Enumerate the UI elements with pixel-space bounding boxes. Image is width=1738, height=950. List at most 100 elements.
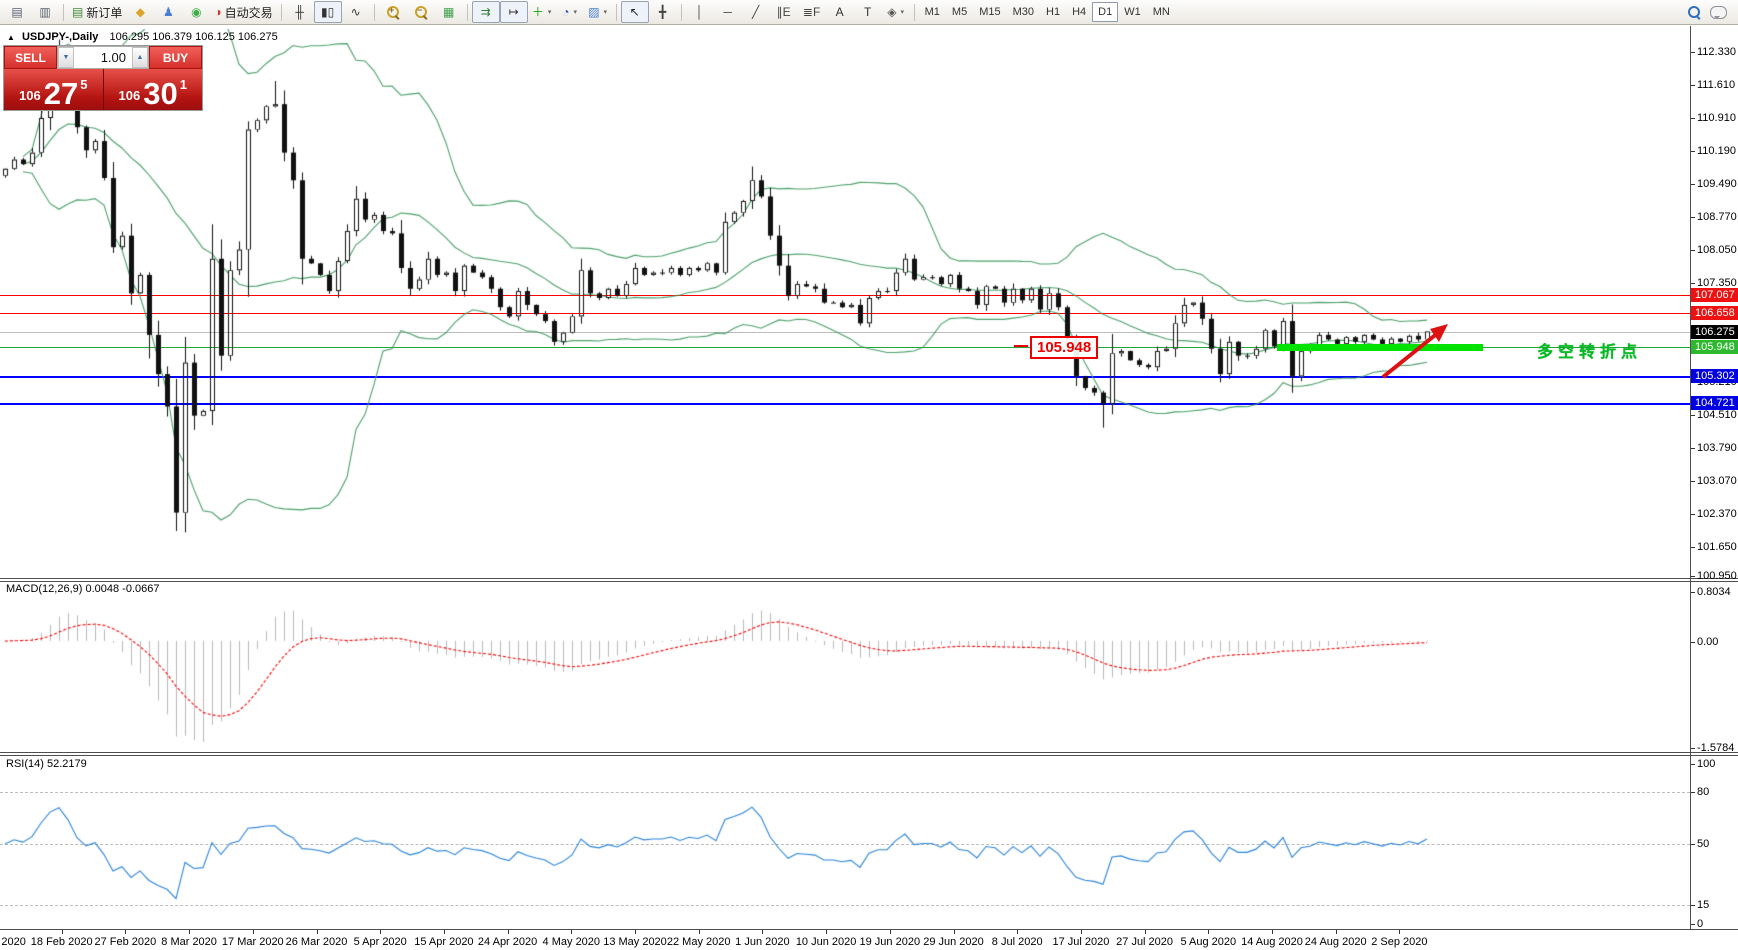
turning-point-text[interactable]: 多空转折点 [1537,338,1642,362]
time-axis-line [0,929,1738,930]
date-tick-mark [444,930,445,934]
toolbar-separator [467,4,468,21]
indicator-tick-mark [1691,748,1695,749]
bar-chart-icon[interactable]: ╫ [286,1,314,23]
date-tick-label: 4 May 2020 [543,936,600,948]
zoom-out-icon[interactable]: − [407,1,435,23]
timeframe-h1-button[interactable]: H1 [1040,2,1066,22]
data-window-icon[interactable]: ▥ [31,1,59,23]
price-tick-mark [1691,85,1695,86]
ohlc-values: 106.295 106.379 106.125 106.275 [109,31,277,43]
price-tick-mark [1691,448,1695,449]
macd-panel-divider[interactable] [0,578,1738,579]
search-icon[interactable] [1688,6,1700,18]
buy-button[interactable]: BUY [149,46,202,69]
timeframe-w1-button[interactable]: W1 [1118,2,1147,22]
periods-icon[interactable]: ◔▾ [556,1,584,23]
date-tick-label: 9 Feb 2020 [0,936,26,948]
date-tick-label: 5 Aug 2020 [1180,936,1236,948]
timeframe-d1-button[interactable]: D1 [1092,2,1118,22]
market-watch-icon[interactable]: ▤ [3,1,31,23]
indicator-tick-mark [1691,792,1695,793]
timeframe-m15-button[interactable]: M15 [973,2,1006,22]
autotrading-button[interactable]: ◑自动交易 [210,1,276,23]
auto-scroll-icon[interactable]: ⇉ [472,1,500,23]
trendline-icon[interactable]: ╱ [742,1,770,23]
date-tick-label: 19 Jun 2020 [860,936,921,948]
price-level-label: 106.658 [1691,306,1738,320]
price-level-label: 105.948 [1691,340,1738,354]
horizontal-line-icon[interactable]: ─ [714,1,742,23]
text-icon[interactable]: A [826,1,854,23]
date-tick-mark [1017,930,1018,934]
toolbar-separator [914,4,915,21]
strategy-tester-icon[interactable]: ♟ [154,1,182,23]
equidistant-channel-icon[interactable]: ∥E [770,1,798,23]
date-tick-mark [1145,930,1146,934]
date-tick-label: 2 Sep 2020 [1371,936,1427,948]
chat-icon[interactable] [1710,6,1727,19]
toolbar: ▤▥ ▤新订单◆♟◉◑自动交易 ╫▮▯∿ +−▦ ⇉↦＋▾◔▾▨▾ ↖╋ │─╱∥E≣FAT… [0,0,1738,25]
indicator-tick-mark [1691,844,1695,845]
indicator-tick-mark [1691,905,1695,906]
volume-increase-button[interactable]: ▲ [132,47,148,68]
metaeditor-icon[interactable]: ◆ [126,1,154,23]
shapes-icon[interactable]: ◈▾ [882,1,910,23]
new-order-button[interactable]: ▤新订单 [68,1,126,23]
price-tick-label: 109.490 [1697,178,1737,190]
tile-windows-icon[interactable]: ▦ [435,1,463,23]
chart-area[interactable] [0,0,1690,930]
price-axis-line[interactable] [1690,26,1691,930]
date-tick-mark [1336,930,1337,934]
date-tick-label: 29 Jun 2020 [923,936,984,948]
price-tick-mark [1691,151,1695,152]
rsi-panel-divider[interactable] [0,752,1738,753]
chart-shift-icon[interactable]: ↦ [500,1,528,23]
volume-decrease-button[interactable]: ▼ [58,47,74,68]
trend-arrow-object[interactable] [1368,316,1460,386]
date-tick-label: 5 Apr 2020 [354,936,407,948]
date-tick-mark [826,930,827,934]
zoom-in-icon[interactable]: + [379,1,407,23]
cursor-icon[interactable]: ↖ [621,1,649,23]
date-tick-mark [571,930,572,934]
templates-icon[interactable]: ▨▾ [584,1,612,23]
timeframe-h4-button[interactable]: H4 [1066,2,1092,22]
price-annotation-box[interactable]: 105.948 [1030,336,1098,359]
timeframe-mn-button[interactable]: MN [1147,2,1176,22]
rsi-value: 52.2179 [47,758,87,770]
date-tick-mark [1399,930,1400,934]
candlestick-chart-icon[interactable]: ▮▯ [314,1,342,23]
date-tick-label: 27 Feb 2020 [95,936,157,948]
date-tick-label: 27 Jul 2020 [1116,936,1173,948]
buy-price-button[interactable]: 106 30 1 [104,69,203,110]
date-tick-mark [699,930,700,934]
buy-price-pip: 1 [180,77,187,92]
sell-price-button[interactable]: 106 27 5 [4,69,104,110]
date-tick-mark [380,930,381,934]
signals-icon[interactable]: ◉ [182,1,210,23]
price-tick-mark [1691,118,1695,119]
date-tick-mark [635,930,636,934]
price-box-tick [1014,345,1028,347]
text-label-icon[interactable]: T [854,1,882,23]
indicators-icon[interactable]: ＋▾ [528,1,556,23]
date-tick-label: 24 Aug 2020 [1305,936,1367,948]
crosshair-icon[interactable]: ╋ [649,1,677,23]
sell-button[interactable]: SELL [4,46,57,69]
price-tick-label: 104.510 [1697,409,1737,421]
volume-input[interactable]: 1.00 [74,47,132,68]
timeframe-m1-button[interactable]: M1 [919,2,946,22]
collapse-arrow-icon[interactable]: ▲ [7,33,15,42]
timeframe-m5-button[interactable]: M5 [946,2,973,22]
rsi-label: RSI(14) 52.2179 [6,758,87,770]
timeframe-m30-button[interactable]: M30 [1007,2,1040,22]
line-chart-icon[interactable]: ∿ [342,1,370,23]
date-tick-mark [1081,930,1082,934]
fibonacci-icon[interactable]: ≣F [798,1,826,23]
price-tick-mark [1691,415,1695,416]
date-tick-mark [317,930,318,934]
toolbar-separator [616,4,617,21]
vertical-line-icon[interactable]: │ [686,1,714,23]
date-tick-label: 17 Mar 2020 [222,936,284,948]
